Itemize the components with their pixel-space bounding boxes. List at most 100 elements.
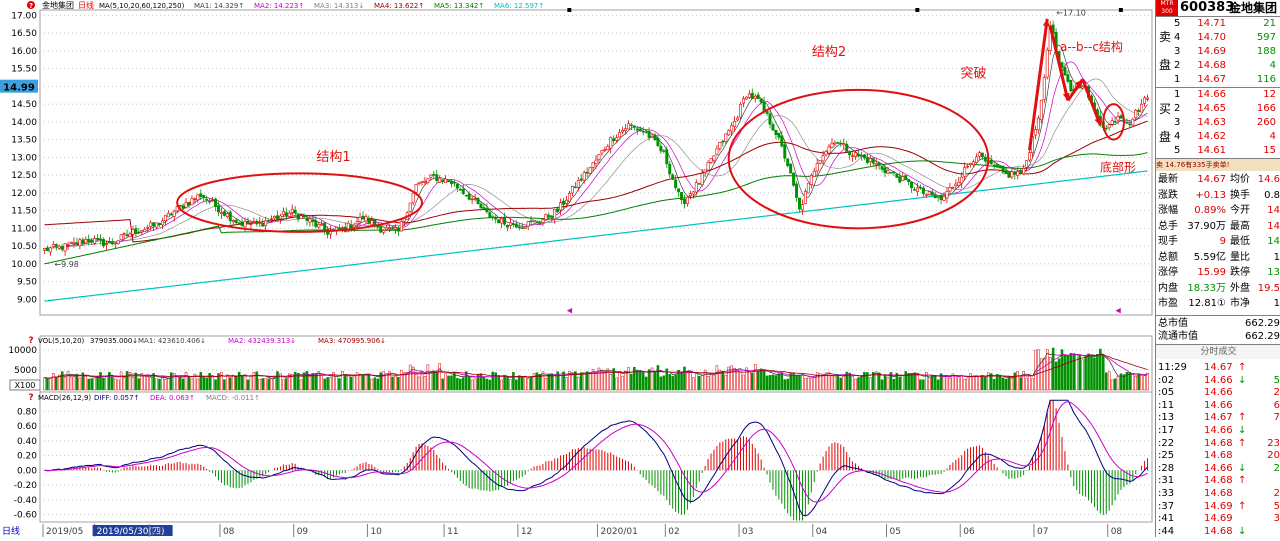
volume-bar [267,378,270,391]
candle-body [662,150,666,152]
range-marker-right: ◀ [1115,306,1121,314]
candle [727,129,731,136]
arrow-a [1048,25,1070,101]
volume-bar [1116,375,1120,391]
candle [998,165,1002,169]
candle [399,218,403,232]
candle-body [877,162,881,166]
candle-body [441,179,445,183]
candle-body [187,202,191,206]
candle-body [438,177,442,183]
candle [621,126,625,135]
volume-bar [69,376,73,391]
candle-body [370,220,374,225]
stock-name: 金地集团 [1229,1,1278,15]
stat-label: 市盈 [1158,298,1178,309]
candle-body [104,243,108,245]
candle [889,172,893,174]
candle-body [883,167,887,174]
ask-price: 14.69 [1197,46,1226,57]
volume-bar [184,371,188,391]
volume-bar [258,379,262,391]
candle [48,246,52,256]
candle-body [361,215,365,220]
volume-bar [588,372,592,391]
price-tick-label: 12.50 [11,171,37,181]
volume-bar [963,378,966,391]
volume-bar [1060,349,1064,391]
bid-price: 14.66 [1197,89,1226,100]
candle-body [113,242,117,245]
volume-bar [1137,373,1140,391]
candle-body [641,130,645,133]
candle-body [783,144,787,159]
candle-body [744,96,748,100]
volume-bar [901,375,905,391]
volume-bar [624,370,627,391]
volume-bar [777,373,781,391]
price-tick-label: 12.00 [11,189,37,199]
candle-body [995,164,999,168]
candle-body [202,195,206,199]
stat-value: 14.67 [1197,174,1226,185]
ticks-title[interactable]: 分时成交 [1156,345,1280,359]
candle-body [72,241,76,244]
candle-body [385,227,389,230]
chart-stage[interactable]: 9.00 9.50 10.00 10.50 11.00 11.50 12.00 12.50 13… [0,0,1212,537]
candle-body [299,215,303,220]
time-label: 09 [297,527,309,537]
candle [803,188,807,205]
candle [1045,47,1049,80]
candle [90,237,94,245]
volume-bar [491,371,495,391]
volume-bar [181,378,185,391]
candle-body [317,223,321,228]
candle-body [517,226,521,229]
candle-body [806,182,810,194]
volume-bar [689,372,692,391]
candle [683,194,686,209]
candle [851,152,855,162]
volume-bar [370,378,374,391]
candle [258,216,262,228]
candle [653,132,657,141]
candle-body [839,142,843,145]
volume-bar [46,377,49,391]
candle-body [494,218,498,220]
candle [774,129,778,140]
candle-body [308,218,312,223]
candle-body [447,180,451,183]
candle-body [287,212,291,217]
candle-body [284,212,288,217]
candle [517,222,521,231]
stat-row: 涨跌 +0.13 换手 0.8 [1156,190,1280,202]
volume-bar [470,379,474,391]
tick-price: 14.68 [1204,475,1233,487]
volume-bar [54,377,58,391]
candle-body [143,229,147,232]
candle-body [278,215,282,220]
volume-bar [641,372,645,391]
kline-chart[interactable]: 9.009.5010.0010.5011.0011.5012.0012.5013… [0,0,1212,537]
candle-body [570,185,574,194]
tick-time: :28 [1158,462,1175,474]
volume-bar [748,371,751,391]
bid-price: 14.62 [1197,131,1226,142]
stat-label: 量比 [1230,251,1250,263]
candle-body [771,124,775,131]
price-tick-label: 14.50 [11,100,37,110]
volume-bar [612,368,615,391]
volume-bar [246,379,250,391]
candle-body [1042,77,1046,100]
candle [508,218,512,229]
candle-body [644,131,648,133]
stat-value: 19.5 [1257,282,1280,294]
candle [709,158,713,165]
candle-body [544,214,548,220]
candle [205,195,209,205]
candle-body [915,187,919,192]
volume-bar [821,374,825,391]
bid-row: 5 14.61 15 [1156,145,1280,157]
volume-bar [615,377,618,391]
volume-bar [202,376,206,391]
